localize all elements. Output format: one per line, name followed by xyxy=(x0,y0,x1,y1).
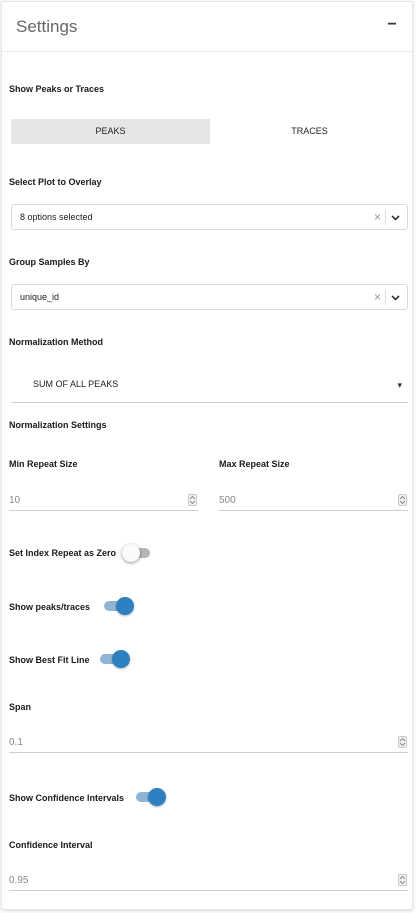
index-repeat-zero-switch[interactable] xyxy=(122,544,152,562)
clear-icon[interactable]: × xyxy=(374,290,381,304)
span-value: 0.1 xyxy=(9,737,23,748)
spinner-icon[interactable] xyxy=(398,874,407,886)
peaks-traces-toggle: PEAKS TRACES xyxy=(11,119,409,144)
group-samples-value: unique_id xyxy=(20,292,60,302)
show-confidence-label: Show Confidence Intervals xyxy=(9,793,125,803)
switch-knob xyxy=(112,650,130,668)
chevron-down-icon[interactable] xyxy=(390,212,401,223)
peaks-button[interactable]: PEAKS xyxy=(11,119,210,144)
span-input[interactable]: 0.1 xyxy=(9,733,408,753)
settings-panel: Settings − Show Peaks or Traces PEAKS TR… xyxy=(1,1,413,910)
min-repeat-input[interactable]: 10 xyxy=(9,491,198,511)
spinner-icon[interactable] xyxy=(188,494,197,506)
spinner-icon[interactable] xyxy=(398,494,407,506)
plot-overlay-select[interactable]: 8 options selected × xyxy=(11,204,408,230)
panel-header: Settings − xyxy=(2,2,412,52)
switch-knob xyxy=(148,788,166,806)
min-repeat-label: Min Repeat Size xyxy=(9,459,78,469)
normalization-method-label: Normalization Method xyxy=(9,337,103,347)
show-confidence-switch[interactable] xyxy=(134,788,166,806)
caret-down-icon: ▾ xyxy=(397,380,402,390)
span-label: Span xyxy=(9,702,32,712)
switch-knob xyxy=(122,544,140,562)
normalization-method-select[interactable]: SUM OF ALL PEAKS ▾ xyxy=(11,367,408,403)
select-separator xyxy=(385,210,386,225)
show-best-fit-label: Show Best Fit Line xyxy=(9,655,90,665)
select-separator xyxy=(385,290,386,305)
max-repeat-label: Max Repeat Size xyxy=(219,459,290,469)
normalization-settings-heading: Normalization Settings xyxy=(9,420,107,430)
confidence-interval-label: Confidence Interval xyxy=(9,840,93,850)
clear-icon[interactable]: × xyxy=(374,210,381,224)
show-peaks-traces-switch[interactable] xyxy=(102,597,134,615)
show-peaks-traces-label: Show peaks/traces xyxy=(9,602,91,612)
confidence-interval-value: 0.95 xyxy=(9,875,29,886)
spinner-icon[interactable] xyxy=(398,736,407,748)
min-repeat-value: 10 xyxy=(9,495,21,506)
traces-button[interactable]: TRACES xyxy=(210,119,409,144)
plot-overlay-value: 8 options selected xyxy=(20,212,93,222)
switch-knob xyxy=(116,597,134,615)
collapse-button[interactable]: − xyxy=(385,16,399,34)
chevron-down-icon[interactable] xyxy=(390,292,401,303)
group-samples-select[interactable]: unique_id × xyxy=(11,284,408,310)
peaks-traces-label: Show Peaks or Traces xyxy=(9,84,105,94)
max-repeat-value: 500 xyxy=(219,495,236,506)
group-samples-label: Group Samples By xyxy=(9,257,90,267)
panel-title: Settings xyxy=(16,17,78,36)
plot-overlay-label: Select Plot to Overlay xyxy=(9,177,102,187)
index-repeat-zero-label: Set Index Repeat as Zero xyxy=(9,548,117,558)
show-best-fit-switch[interactable] xyxy=(98,650,130,668)
normalization-method-value: SUM OF ALL PEAKS xyxy=(33,379,119,389)
confidence-interval-input[interactable]: 0.95 xyxy=(9,871,408,891)
max-repeat-input[interactable]: 500 xyxy=(219,491,408,511)
